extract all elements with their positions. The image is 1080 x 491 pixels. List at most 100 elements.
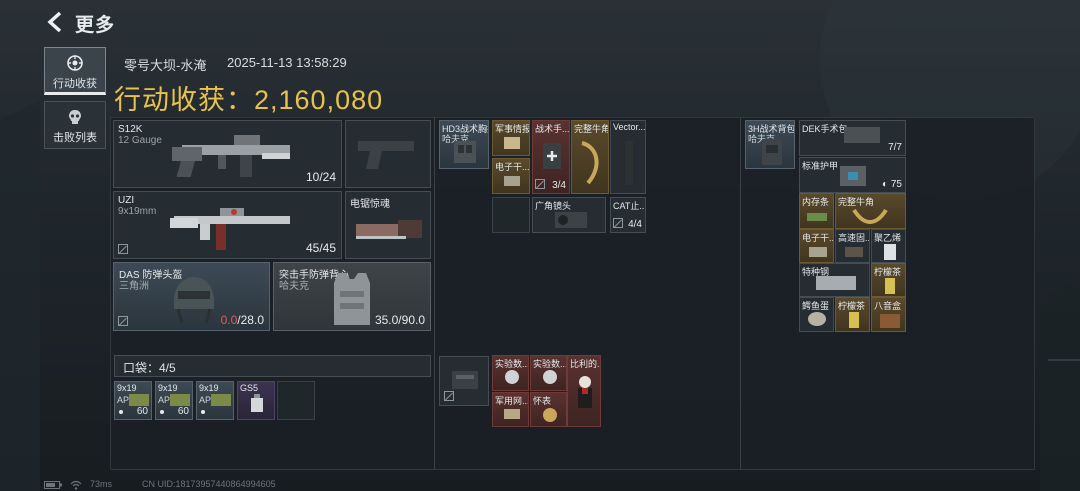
rig-icon <box>454 141 476 163</box>
chest-rig-slot[interactable]: HD3战术胸挂 哈夫克 <box>439 120 489 169</box>
backpack-item[interactable]: 高速固... <box>835 229 870 263</box>
weapon-ammo: 10/24 <box>305 170 336 184</box>
backpack-item[interactable]: 柠檬茶 <box>871 263 906 297</box>
durability-current: 0.0 <box>220 313 238 327</box>
backpack-item[interactable]: 电子干... <box>799 229 834 263</box>
ammo-box-icon <box>170 394 190 406</box>
pocket-item[interactable]: 9x19 AP弹 <box>196 381 234 420</box>
tab-kill-list[interactable]: 击败列表 <box>44 101 106 149</box>
backpack-item[interactable]: DEK手术包 7/7 <box>799 120 906 156</box>
user-uid: CN UID:18173957440864994605 <box>142 479 276 489</box>
lock-icon <box>118 316 128 326</box>
item-uses: 7/7 <box>888 142 902 153</box>
item-name: 9x19 <box>199 383 219 393</box>
scope-lens-icon <box>555 212 587 228</box>
dot-icon <box>160 410 164 414</box>
rig-item[interactable]: CAT止... 4/4 <box>610 197 646 233</box>
item-name: 军事情报 <box>495 124 530 134</box>
tab-haul[interactable]: 行动收获 <box>44 47 106 95</box>
horn-icon <box>852 208 888 224</box>
map-name: 零号大坝-水淹 <box>124 58 207 73</box>
rig-item[interactable]: 战术手... 3/4 <box>532 120 570 194</box>
battery-icon <box>44 481 62 489</box>
item-uses: 4/4 <box>628 219 642 230</box>
weapon-ammo: 45/45 <box>305 241 336 255</box>
ammo-box-icon <box>129 394 149 406</box>
target-icon <box>67 55 83 71</box>
item-name: 战术手... <box>535 124 570 134</box>
backpack-slot[interactable]: 3H战术背包 哈夫克 <box>745 120 795 169</box>
primary-weapon-slot[interactable]: S12K 12 Gauge 10/24 <box>113 120 342 188</box>
helmet-icon <box>174 277 214 324</box>
durability-max: /28.0 <box>237 313 264 327</box>
documents-icon <box>504 137 520 149</box>
item-name: GS5 <box>240 383 259 393</box>
top-bar: 更多 <box>0 0 1080 44</box>
item-name: 高速固... <box>838 233 870 243</box>
melee-name: 电锯惊魂 <box>350 199 390 210</box>
haul-total: 行动收获：2,160,080 <box>114 78 383 117</box>
rig-empty-slot[interactable] <box>492 197 530 233</box>
pocket-item[interactable]: 9x19 AP弹 60 <box>155 381 193 420</box>
panel-divider <box>740 118 741 469</box>
lock-icon <box>613 218 623 228</box>
doll-icon <box>578 376 592 408</box>
backpack-item[interactable]: 柠檬茶 <box>835 297 870 332</box>
rig-item[interactable]: 军事情报 <box>492 120 530 156</box>
lock-icon <box>444 391 454 401</box>
steel-ingot-icon <box>816 276 856 290</box>
secondary-weapon-slot[interactable]: UZI 9x19mm 45/45 <box>113 191 342 259</box>
item-name: 9x19 <box>158 383 178 393</box>
rig-item[interactable]: 电子干... <box>492 158 530 194</box>
armor-plate-icon <box>840 166 866 186</box>
ram-stick-icon <box>807 213 827 221</box>
backpack-item[interactable]: 特种钢 <box>799 263 870 297</box>
helmet-slot[interactable]: DAS 防弹头盔 三角洲 0.0/28.0 <box>113 262 270 331</box>
case-item[interactable]: 比利的... <box>567 355 601 427</box>
backpack-item[interactable]: 鳄鱼蛋 <box>799 297 834 332</box>
page-title: 更多 <box>75 15 116 36</box>
weapon-caliber: 9x19mm <box>118 206 157 217</box>
item-uses: 3/4 <box>552 180 566 191</box>
pocket-empty-slot[interactable] <box>277 381 315 420</box>
backpack-item[interactable]: 完整牛角 <box>835 193 906 229</box>
item-name: CAT止... <box>613 201 646 211</box>
skull-icon <box>69 110 81 124</box>
backpack-item[interactable]: 八音盒 <box>871 297 906 332</box>
case-item[interactable]: 军用网... <box>492 392 529 427</box>
armor-durability: 35.0/90.0 <box>374 313 425 327</box>
backpack-item[interactable]: 内存条 <box>799 193 834 229</box>
pocket-item[interactable]: GS5 <box>237 381 275 420</box>
item-name: 电子干... <box>802 233 834 243</box>
case-item[interactable]: 怀表 <box>530 392 567 427</box>
helmet-brand: 三角洲 <box>119 281 149 292</box>
pocket-item[interactable]: 9x19 AP弹 60 <box>114 381 152 420</box>
magazine-icon <box>625 141 633 185</box>
rig-item[interactable]: Vector... <box>610 120 646 194</box>
armor-slot[interactable]: 突击手防弹背心 哈夫克 35.0/90.0 <box>273 262 431 331</box>
case-slot[interactable] <box>439 356 489 406</box>
panel-divider <box>434 118 435 469</box>
item-count: 60 <box>177 406 189 417</box>
case-item[interactable]: 实验数... <box>530 355 567 391</box>
match-datetime: 2025-11-13 13:58:29 <box>227 55 347 70</box>
item-name: Vector... <box>613 122 646 132</box>
melee-slot[interactable]: 电锯惊魂 <box>345 191 431 259</box>
tab-kill-list-label: 击败列表 <box>53 132 97 144</box>
item-name: 9x19 <box>117 383 137 393</box>
dot-icon <box>201 410 205 414</box>
polyethylene-icon <box>884 244 896 260</box>
rig-item[interactable]: 广角镜头 <box>532 197 606 233</box>
back-button[interactable] <box>44 10 68 34</box>
haul-value: 2,160,080 <box>254 85 384 115</box>
tab-haul-label: 行动收获 <box>53 78 97 90</box>
case-item[interactable]: 实验数... <box>492 355 529 391</box>
backpack-item[interactable]: 标准护甲 ◐ 75 <box>799 157 906 193</box>
tea-can-icon <box>849 312 859 328</box>
lock-icon <box>535 179 545 189</box>
pistol-slot[interactable] <box>345 120 431 188</box>
music-box-icon <box>880 314 900 328</box>
backpack-item[interactable]: 聚乙烯 <box>871 229 906 263</box>
weapon-name: S12K <box>118 124 143 135</box>
rig-item[interactable]: 完整牛角 <box>571 120 609 194</box>
